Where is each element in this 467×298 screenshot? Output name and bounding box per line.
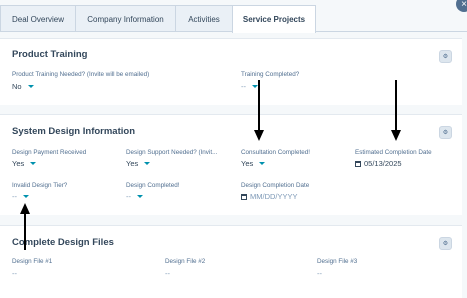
field-value: --	[12, 192, 17, 201]
field-label: Design File #3	[317, 258, 358, 265]
field-label: Design File #1	[12, 258, 53, 265]
gear-icon[interactable]: ⚙	[439, 50, 452, 63]
field-label: Consultation Completed!	[241, 149, 310, 156]
chevron-down-icon	[30, 162, 37, 165]
field-label: Design Payment Received	[12, 149, 87, 156]
field-label: Invalid Design Tier?	[12, 182, 68, 189]
card-title: System Design Information	[12, 126, 135, 137]
field-label: Product Training Needed? (Invite will be…	[12, 71, 150, 78]
system-design-card: System Design Information ⚙ Design Payme…	[0, 114, 462, 215]
training-completed-select[interactable]: --	[241, 82, 258, 91]
chevron-down-icon	[252, 85, 258, 88]
field-value: Yes	[126, 159, 139, 168]
design-payment-select[interactable]: Yes	[12, 159, 37, 168]
field-label: Design Support Needed? (Invit...	[126, 149, 218, 156]
field-label: Design Completion Date	[241, 182, 310, 189]
tab-bar: Deal Overview Company Information Activi…	[0, 0, 467, 33]
design-file-1-value[interactable]: --	[12, 269, 17, 278]
chevron-down-icon	[137, 195, 143, 198]
field-value: MM/DD/YYYY	[250, 192, 298, 201]
chevron-down-icon	[27, 85, 34, 88]
chevron-down-icon	[144, 162, 151, 165]
card-title: Complete Design Files	[12, 237, 114, 248]
field-label: Design File #2	[165, 258, 206, 265]
tab-deal-overview[interactable]: Deal Overview	[0, 5, 76, 32]
card-title: Product Training	[12, 49, 88, 60]
field-value: Yes	[241, 159, 254, 168]
chevron-down-icon	[259, 162, 266, 165]
product-training-needed-select[interactable]: No	[12, 82, 34, 91]
tab-company-information[interactable]: Company Information	[75, 5, 176, 32]
design-file-3-value[interactable]: --	[317, 269, 322, 278]
field-label: Estimated Completion Date	[355, 149, 432, 156]
design-files-card: Complete Design Files ⚙ Design File #1 -…	[0, 225, 462, 298]
design-completion-date-input[interactable]: MM/DD/YYYY	[241, 192, 298, 201]
design-support-select[interactable]: Yes	[126, 159, 151, 168]
consultation-completed-select[interactable]: Yes	[241, 159, 266, 168]
product-training-card: Product Training ⚙ Product Training Need…	[0, 38, 462, 105]
estimated-completion-date-input[interactable]: 05/13/2025	[355, 159, 402, 168]
calendar-icon	[355, 160, 361, 167]
calendar-icon	[241, 193, 247, 200]
gear-icon[interactable]: ⚙	[439, 126, 452, 139]
design-file-2-value[interactable]: --	[165, 269, 170, 278]
field-value: --	[241, 82, 246, 91]
field-value: 05/13/2025	[364, 159, 402, 168]
field-label: Training Completed?	[241, 71, 300, 78]
invalid-design-tier-select[interactable]: --	[12, 192, 29, 201]
field-value: Yes	[12, 159, 25, 168]
field-value: No	[12, 82, 22, 91]
tab-activities[interactable]: Activities	[175, 5, 233, 32]
field-value: --	[126, 192, 131, 201]
chevron-down-icon	[23, 195, 29, 198]
tab-service-projects[interactable]: Service Projects	[232, 5, 316, 33]
gear-icon[interactable]: ⚙	[439, 237, 452, 250]
design-completed-select[interactable]: --	[126, 192, 143, 201]
field-label: Design Completed!	[126, 182, 180, 189]
